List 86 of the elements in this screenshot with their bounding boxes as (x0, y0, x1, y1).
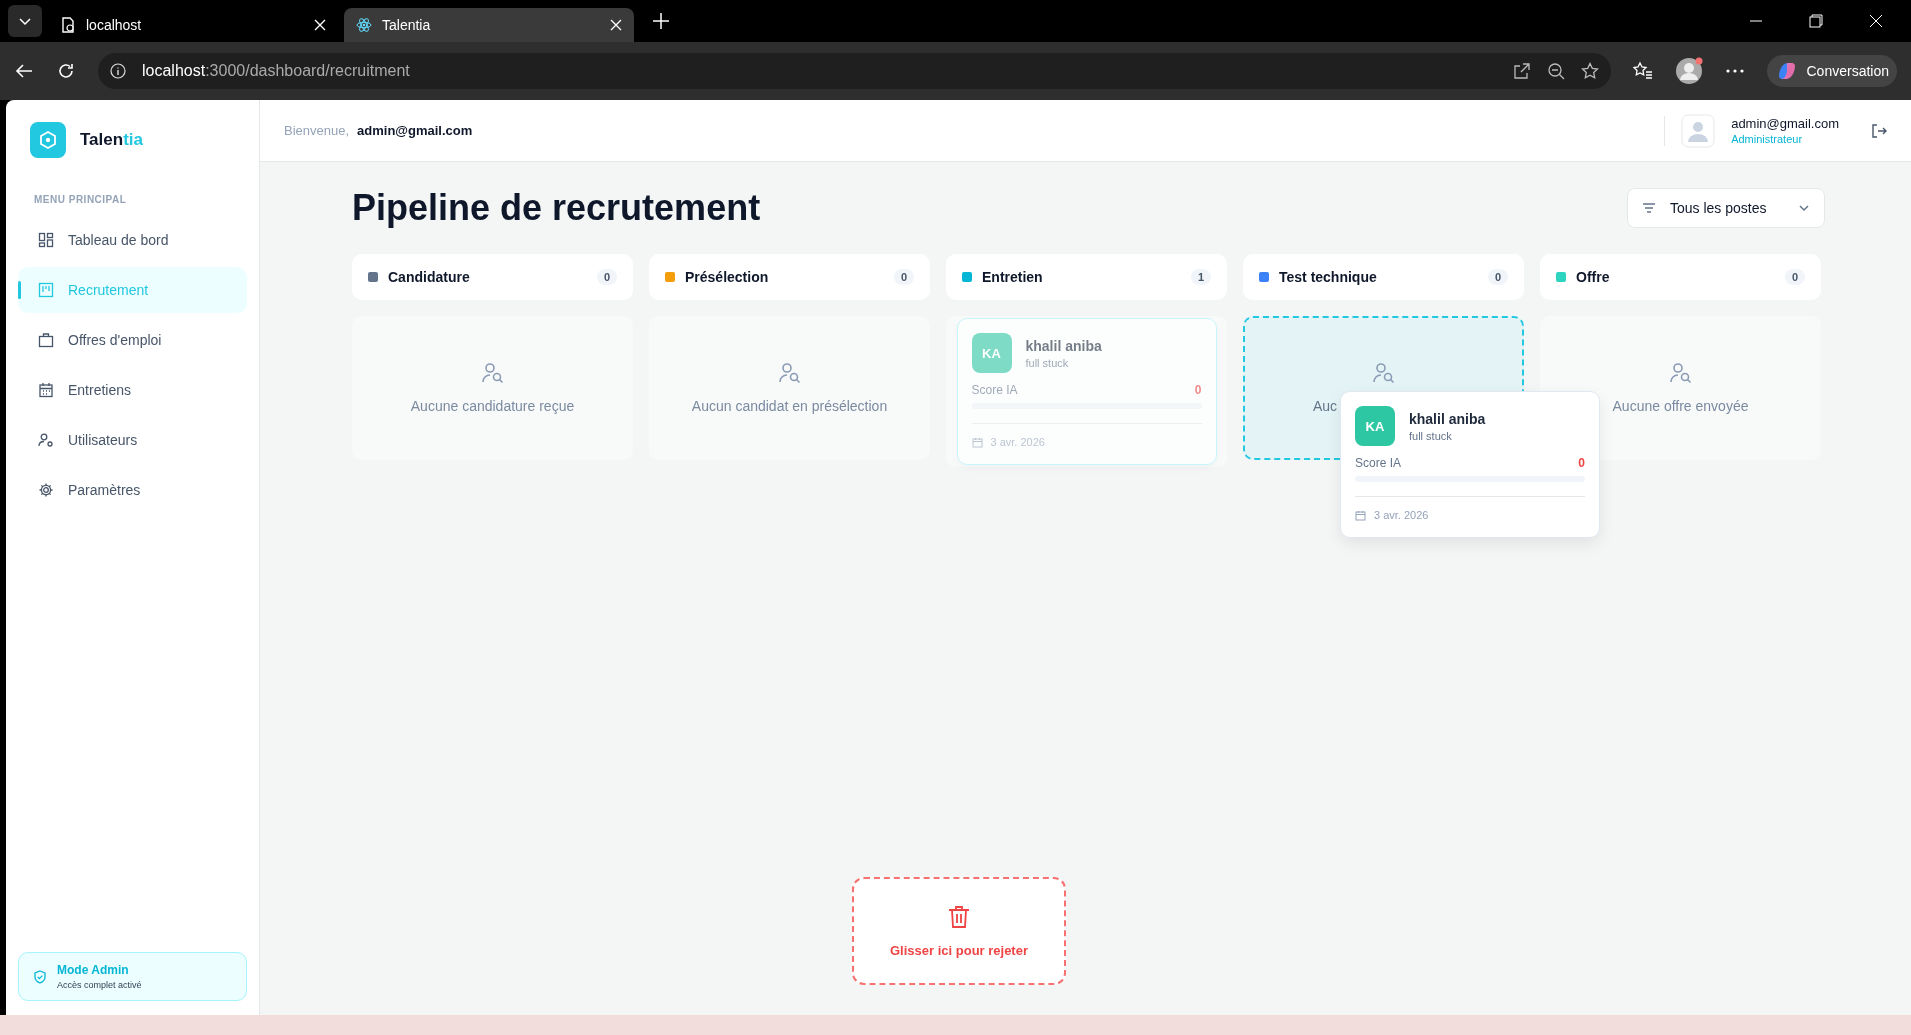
favorites-icon[interactable] (1632, 61, 1653, 81)
column-title: Test technique (1279, 269, 1378, 285)
count-badge: 0 (893, 269, 914, 285)
profile-avatar-icon[interactable] (1674, 57, 1703, 85)
score-label: Score IA (1355, 456, 1402, 470)
sidebar-item[interactable]: Entretiens (18, 367, 247, 413)
admin-mode-title: Mode Admin (57, 963, 130, 977)
empty-message: Aucun candidat en présélection (691, 398, 888, 414)
job-filter-dropdown[interactable]: Tous les postes (1627, 188, 1825, 228)
url-text: localhost:3000/dashboard/recruitment (142, 62, 410, 80)
logo-icon (30, 122, 66, 158)
sidebar-item[interactable]: Offres d'emploi (18, 317, 247, 363)
candidate-name: khalil aniba (1409, 410, 1486, 427)
card-date: 3 avr. 2026 (990, 436, 1045, 448)
candidate-card[interactable]: KA khalil aniba full stuck Score IA 0 3 avr. 2026 (956, 318, 1217, 465)
tab-title: localhost (86, 17, 143, 33)
kanban-icon (38, 282, 54, 298)
candidate-avatar: KA (1355, 406, 1395, 446)
candidate-avatar: KA (971, 333, 1012, 373)
close-icon[interactable] (1869, 14, 1883, 28)
column-title: Candidature (388, 269, 471, 285)
settings-icon (38, 482, 54, 498)
chevron-down-icon (1798, 202, 1810, 214)
candidate-role: full stuck (1409, 429, 1453, 442)
more-icon[interactable] (1724, 68, 1745, 74)
count-badge: 0 (1784, 269, 1805, 285)
count-badge: 0 (1487, 269, 1508, 285)
user-search-icon (1668, 362, 1693, 384)
dragged-candidate-card[interactable]: KA khalil aniba full stuck Score IA 0 3 avr. 2026 (1340, 391, 1600, 538)
candidate-name: khalil aniba (1025, 337, 1102, 354)
tab-list-button[interactable] (8, 5, 42, 37)
atom-icon (356, 17, 372, 33)
user-settings-icon (38, 432, 54, 448)
zoom-out-icon[interactable] (1546, 62, 1565, 80)
open-external-icon[interactable] (1512, 62, 1531, 80)
column-title: Présélection (685, 269, 770, 285)
greeting-text: Bienvenue, (284, 123, 350, 138)
new-tab-icon[interactable] (652, 12, 670, 30)
briefcase-icon (38, 332, 54, 348)
dashboard-icon (38, 232, 54, 248)
empty-message: Aucune candidature reçue (410, 398, 575, 414)
shield-icon (33, 969, 47, 984)
column-title: Offre (1576, 269, 1611, 285)
user-search-icon (1371, 362, 1396, 384)
candidate-role: full stuck (1025, 356, 1070, 369)
sidebar-item[interactable]: Paramètres (18, 467, 247, 513)
calendar-icon (971, 436, 983, 448)
reject-label: Glisser ici pour rejeter (890, 942, 1028, 958)
restore-icon[interactable] (1809, 14, 1823, 28)
reload-icon[interactable] (56, 61, 76, 81)
section-label: MENU PRINCIPAL (34, 194, 128, 205)
tab-title: Talentia (382, 17, 432, 33)
copilot-button[interactable]: Conversation (1766, 55, 1897, 87)
logout-icon[interactable] (1871, 122, 1887, 139)
user-email: admin@gmail.com (357, 123, 473, 138)
profile-email: admin@gmail.com (1731, 116, 1839, 131)
profile-role: Administrateur (1731, 133, 1804, 145)
info-icon (110, 63, 126, 79)
browser-tab[interactable]: Talentia (344, 8, 634, 42)
sidebar-item[interactable]: Tableau de bord (18, 217, 247, 263)
user-search-icon (480, 362, 505, 384)
score-value: 0 (1578, 456, 1585, 470)
count-badge: 0 (596, 269, 617, 285)
calendar-icon (38, 382, 54, 398)
close-icon[interactable] (314, 19, 326, 31)
avatar-icon (1681, 113, 1716, 148)
star-icon[interactable] (1580, 62, 1599, 80)
score-value: 0 (1194, 383, 1202, 397)
column-title: Entretien (982, 269, 1044, 285)
calendar-icon (1355, 509, 1366, 521)
card-date: 3 avr. 2026 (1374, 509, 1429, 521)
page-title: Pipeline de recrutement (352, 187, 761, 229)
admin-mode-subtitle: Accès complet activé (57, 980, 142, 990)
user-search-icon (777, 362, 802, 384)
page-icon (60, 17, 76, 33)
score-label: Score IA (971, 383, 1018, 397)
empty-message: Aucune offre envoyée (1612, 398, 1749, 414)
trash-icon (948, 904, 970, 929)
browser-tab[interactable]: localhost (48, 8, 338, 42)
brand-name: Talentia (80, 130, 143, 150)
sidebar-item[interactable]: Utilisateurs (18, 417, 247, 463)
count-badge: 1 (1190, 269, 1211, 285)
empty-message: Auc (1313, 398, 1338, 414)
close-icon[interactable] (610, 19, 622, 31)
filter-icon (1642, 202, 1656, 214)
address-field[interactable]: localhost:3000/dashboard/recruitment (98, 53, 1611, 89)
